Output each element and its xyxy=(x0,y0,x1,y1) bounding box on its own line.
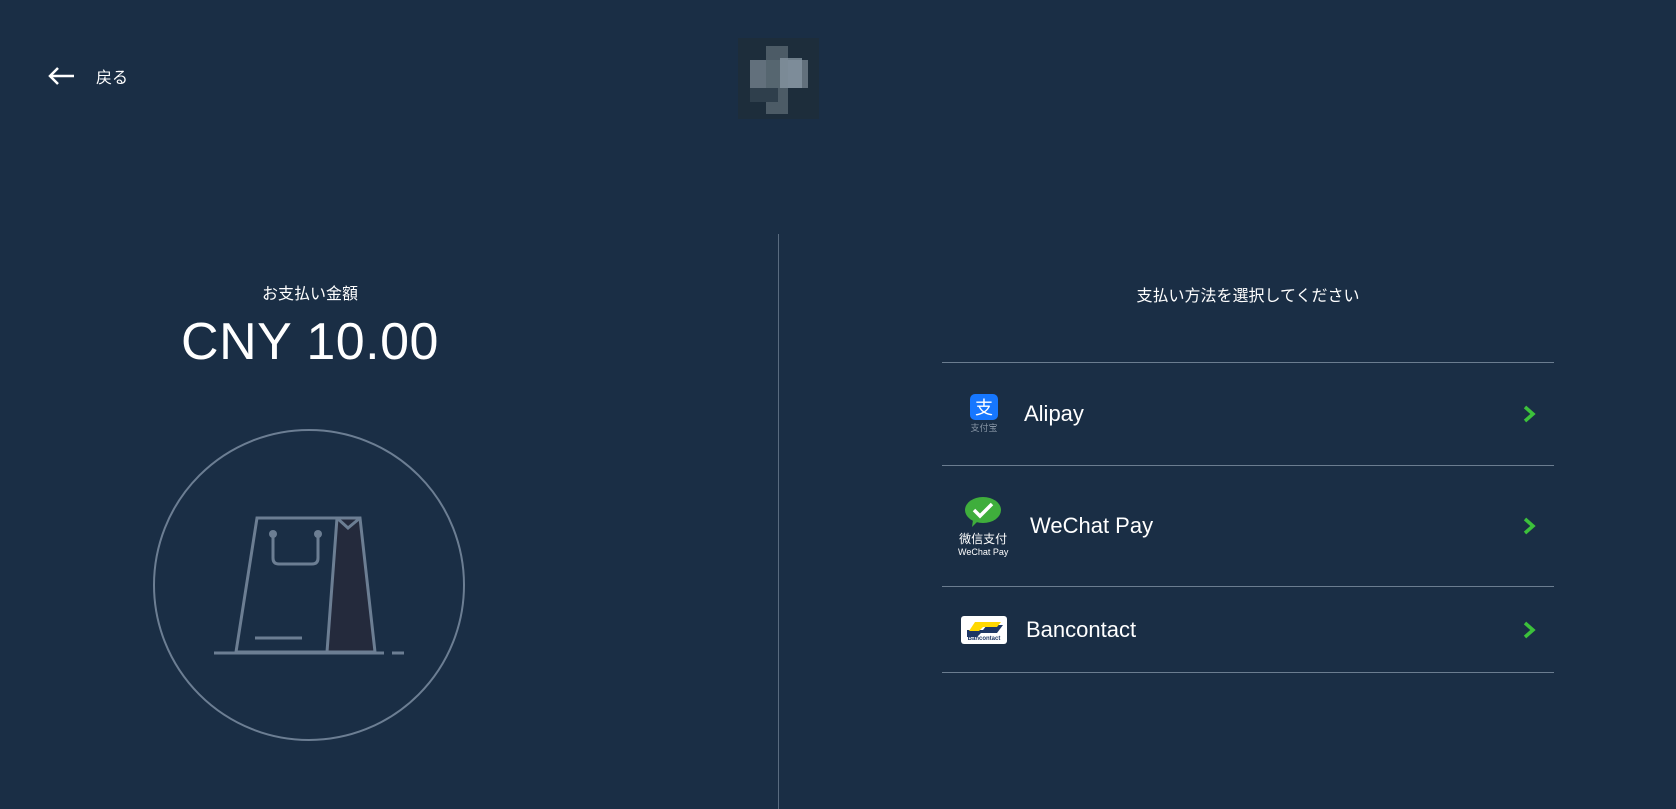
payment-method-name: WeChat Pay xyxy=(1030,513,1154,538)
chevron-right-icon xyxy=(1523,517,1536,535)
wechat-pay-icon: 微信支付 WeChat Pay xyxy=(958,496,1008,557)
bancontact-icon: Bancontact xyxy=(961,615,1007,644)
payment-method-wechat-pay[interactable]: 微信支付 WeChat Pay WeChat Pay xyxy=(942,466,1554,587)
amount-value: CNY 10.00 xyxy=(181,313,439,371)
payment-method-name: Bancontact xyxy=(1026,616,1137,642)
chevron-right-icon xyxy=(1523,621,1536,638)
shopping-bag-icon xyxy=(153,429,465,741)
payment-page: 戻る お支払い金額 CNY 10.00 支払い方法を選択してください 支 支付宝… xyxy=(0,0,1676,809)
merchant-logo xyxy=(738,38,819,119)
wechat-icon-caption-en: WeChat Pay xyxy=(958,546,1009,557)
payment-method-list: 支 支付宝 Alipay 微信支付 WeChat Pay WeChat Pay xyxy=(942,362,1554,673)
back-label: 戻る xyxy=(96,68,129,87)
payment-method-bancontact[interactable]: Bancontact Bancontact xyxy=(942,587,1554,673)
svg-text:支: 支 xyxy=(975,398,993,419)
payment-method-name: Alipay xyxy=(1024,401,1084,426)
bancontact-icon-caption: Bancontact xyxy=(967,635,1001,642)
payment-method-alipay[interactable]: 支 支付宝 Alipay xyxy=(942,363,1554,466)
payment-method-title: 支払い方法を選択してください xyxy=(1136,286,1360,305)
amount-label: お支払い金額 xyxy=(261,284,358,303)
wechat-icon-caption-cn: 微信支付 xyxy=(959,531,1008,546)
back-button[interactable]: 戻る xyxy=(48,64,128,88)
arrow-left-icon xyxy=(48,67,74,85)
chevron-right-icon xyxy=(1523,405,1536,423)
alipay-icon: 支 支付宝 xyxy=(970,394,998,434)
alipay-icon-caption: 支付宝 xyxy=(970,424,998,434)
panel-divider xyxy=(778,234,779,809)
